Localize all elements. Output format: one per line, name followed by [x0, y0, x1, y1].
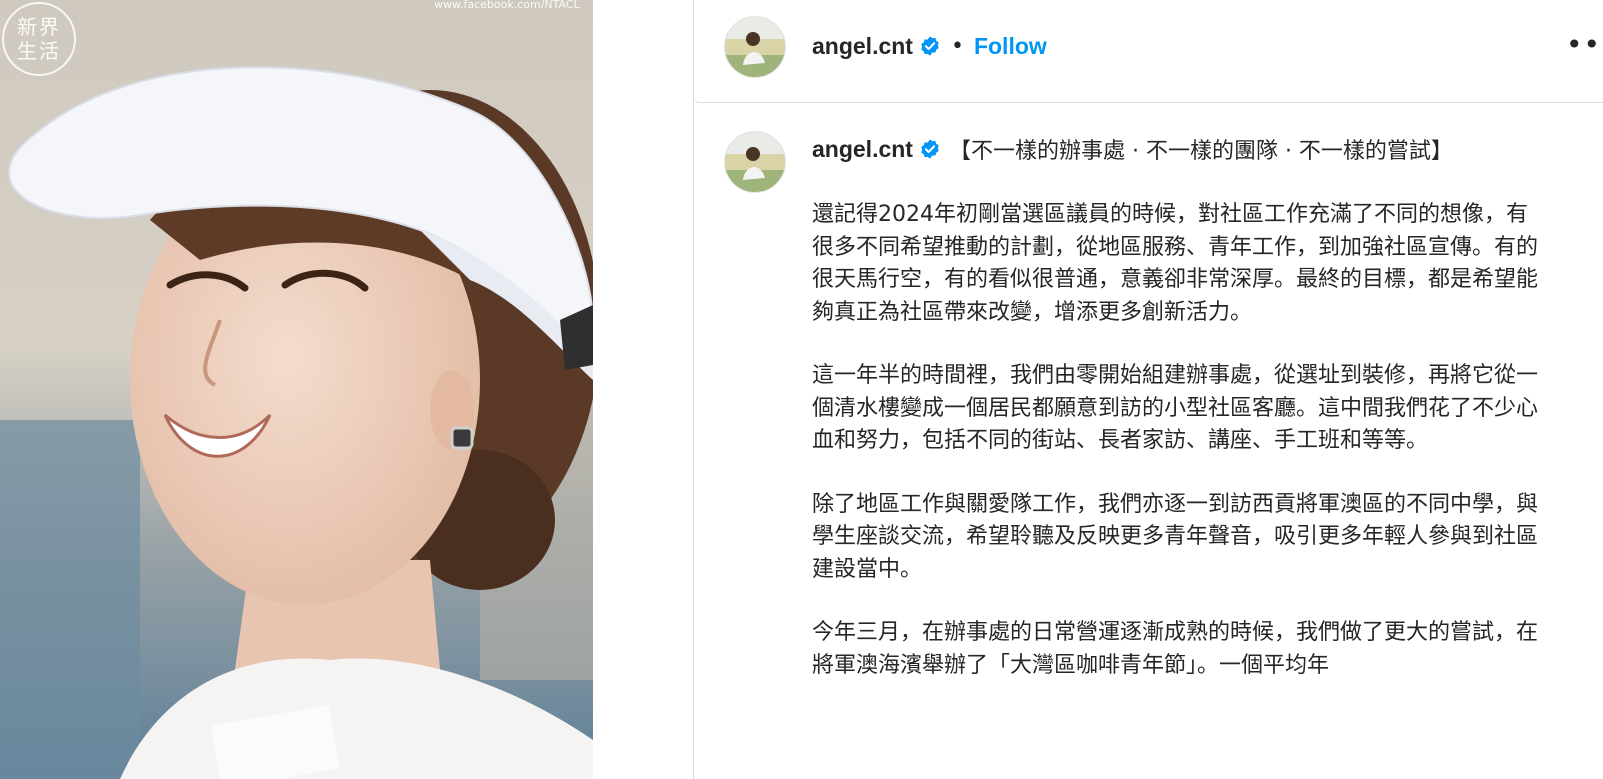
verified-badge-icon — [921, 36, 939, 56]
watermark-seal: 新界 生活 — [2, 2, 76, 76]
avatar-image — [725, 17, 785, 77]
header-user-line: angel.cnt • Follow — [812, 30, 1047, 62]
more-options-icon[interactable]: ••• — [1566, 27, 1603, 67]
photo-illustration — [0, 0, 593, 779]
caption-header-line: angel.cnt 【不一樣的辦事處 · 不一樣的團隊 · 不一樣的嘗試】 — [812, 130, 1542, 168]
avatar[interactable] — [724, 16, 786, 78]
caption-title: 【不一樣的辦事處 · 不一樣的團隊 · 不一樣的嘗試】 — [948, 139, 1453, 164]
post-side-panel: angel.cnt • Follow ••• angel.cnt — [693, 0, 1603, 779]
avatar-image — [725, 132, 785, 192]
post-caption: angel.cnt 【不一樣的辦事處 · 不一樣的團隊 · 不一樣的嘗試】 還記… — [812, 130, 1542, 682]
post-photo[interactable]: www.facebook.com/NTACL 新界 生活 — [0, 0, 593, 779]
caption-paragraph: 這一年半的時間裡，我們由零開始組建辦事處，從選址到裝修，再將它從一個清水樓變成一… — [812, 363, 1539, 453]
caption-paragraph: 還記得2024年初剛當選區議員的時候，對社區工作充滿了不同的想像，有很多不同希望… — [812, 202, 1539, 325]
caption-username-link[interactable]: angel.cnt — [812, 136, 913, 163]
caption-avatar[interactable] — [724, 131, 786, 193]
separator-dot: • — [950, 33, 964, 59]
post-header: angel.cnt • Follow ••• — [694, 0, 1603, 103]
instagram-post-view: www.facebook.com/NTACL 新界 生活 angel.cnt •… — [0, 0, 1603, 779]
seal-line: 新界 — [17, 15, 61, 39]
caption-paragraph: 除了地區工作與關愛隊工作，我們亦逐一到訪西貢將軍澳區的不同中學，與學生座談交流，… — [812, 491, 1539, 582]
caption-paragraph: 今年三月，在辦事處的日常營運逐漸成熟的時候，我們做了更大的嘗試，在將軍澳海濱舉辦… — [812, 620, 1539, 678]
verified-badge-icon — [921, 139, 939, 159]
seal-line: 生活 — [17, 39, 61, 63]
watermark-url: www.facebook.com/NTACL — [434, 0, 580, 11]
follow-button[interactable]: Follow — [974, 33, 1047, 60]
username-link[interactable]: angel.cnt — [812, 33, 913, 60]
